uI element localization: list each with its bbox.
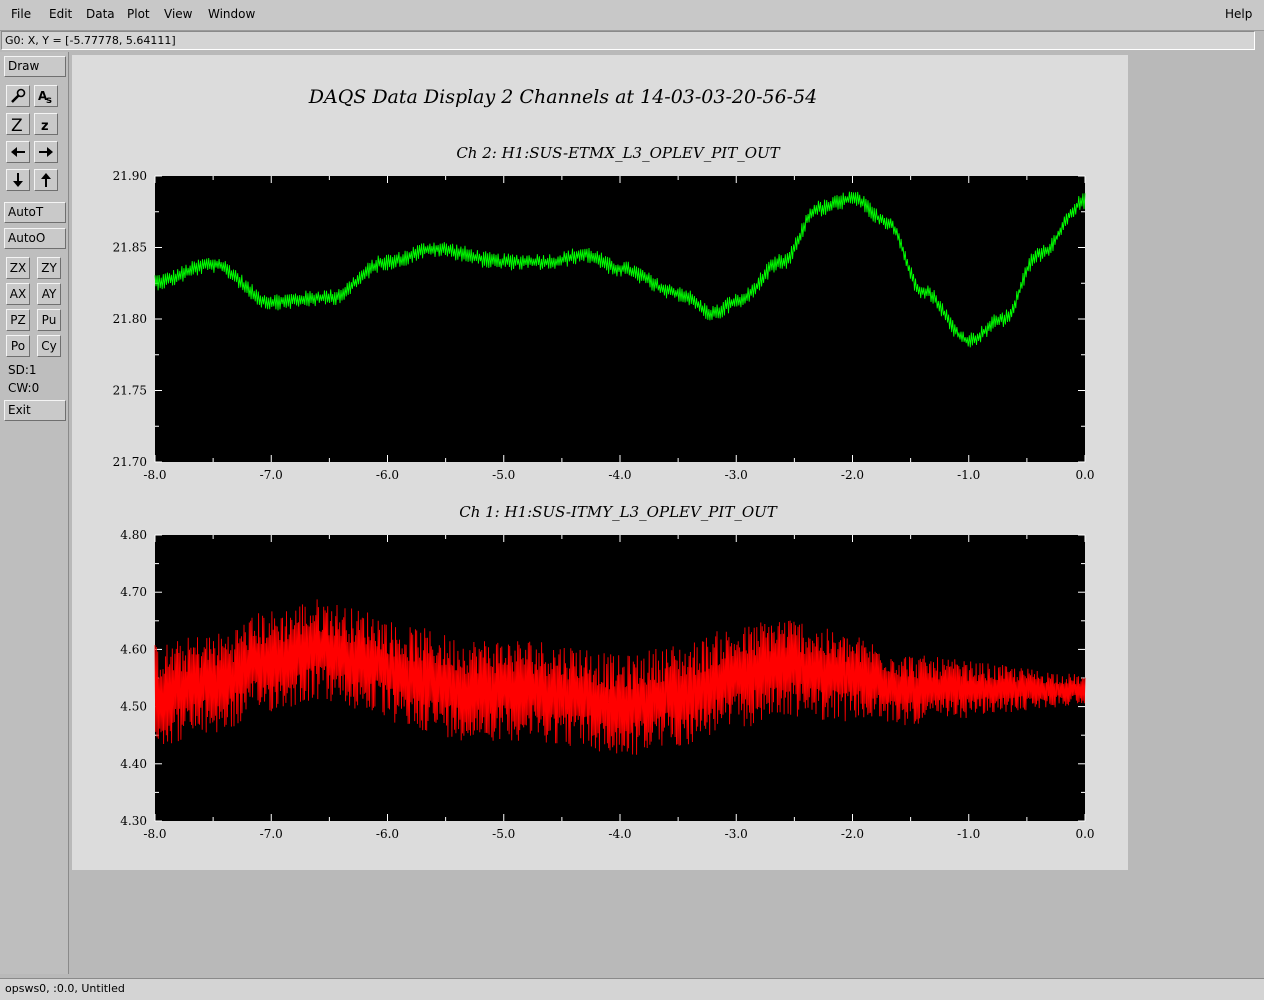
y-tick-label: 21.80 [113,312,147,326]
y-tick-label: 4.30 [120,814,147,828]
ax-button[interactable]: AX [6,283,30,305]
x-tick-label: -1.0 [957,827,980,841]
arrow-right-icon [39,147,53,157]
menu-data[interactable]: Data [86,7,115,21]
ay-button[interactable]: AY [37,283,61,305]
chart-2-title: Ch 1: H1:SUS-ITMY_L3_OPLEV_PIT_OUT [459,503,778,521]
svg-text:s: s [46,95,52,104]
x-tick-label: -8.0 [143,468,166,482]
plot-canvas[interactable]: DAQS Data Display 2 Channels at 14-03-03… [72,55,1128,870]
arrow-up-icon [41,173,51,187]
zoom-small-icon: z [41,119,49,132]
menu-plot[interactable]: Plot [127,7,150,21]
autot-button[interactable]: AutoT [4,202,66,223]
y-tick-label: 4.70 [120,585,147,599]
y-tick-label: 21.85 [113,241,147,255]
x-tick-label: -5.0 [492,468,515,482]
exit-button[interactable]: Exit [4,400,66,421]
zoom-large-button[interactable]: Z [6,113,30,135]
cw-label: CW:0 [8,381,40,395]
menu-bar: File Edit Data Plot View Window Help [0,0,1264,31]
arrow-down-icon [13,173,23,187]
x-tick-label: -7.0 [260,827,283,841]
pan-down-button[interactable] [6,169,30,191]
menu-file[interactable]: File [11,7,31,21]
sd-label: SD:1 [8,363,37,377]
po-button[interactable]: Po [6,335,30,357]
svg-text:Z: Z [11,116,23,132]
y-tick-label: 4.50 [120,700,147,714]
x-tick-label: -3.0 [725,827,748,841]
zy-button[interactable]: ZY [37,257,61,279]
pan-left-button[interactable] [6,141,30,163]
x-tick-label: 0.0 [1075,468,1094,482]
x-tick-label: -5.0 [492,827,515,841]
menu-window[interactable]: Window [208,7,255,21]
y-tick-label: 21.75 [113,384,147,398]
text-size-button[interactable]: As [34,85,58,107]
autoo-button[interactable]: AutoO [4,228,66,249]
zoom-small-button[interactable]: z [34,113,58,135]
zx-button[interactable]: ZX [6,257,30,279]
x-tick-label: -2.0 [841,827,864,841]
x-tick-label: 0.0 [1075,827,1094,841]
magnify-button[interactable] [6,85,30,107]
menu-help[interactable]: Help [1225,7,1252,21]
x-tick-label: -1.0 [957,468,980,482]
y-tick-label: 4.40 [120,757,147,771]
pz-button[interactable]: PZ [6,309,30,331]
x-tick-label: -4.0 [608,468,631,482]
draw-button[interactable]: Draw [4,56,66,77]
pu-button[interactable]: Pu [37,309,61,331]
y-tick-label: 4.60 [120,642,147,656]
x-tick-label: -3.0 [725,468,748,482]
x-tick-label: -8.0 [143,827,166,841]
plot-area: DAQS Data Display 2 Channels at 14-03-03… [72,55,1128,870]
arrow-left-icon [11,147,25,157]
text-size-icon: As [38,89,52,104]
x-tick-label: -4.0 [608,827,631,841]
y-tick-label: 21.70 [113,455,147,469]
zoom-large-icon: Z [11,116,23,132]
pan-up-button[interactable] [34,169,58,191]
x-tick-label: -2.0 [841,468,864,482]
cursor-readout: G0: X, Y = [-5.77778, 5.64111] [1,31,1255,50]
x-tick-label: -7.0 [260,468,283,482]
pan-right-button[interactable] [34,141,58,163]
plot-main-title: DAQS Data Display 2 Channels at 14-03-03… [308,86,818,108]
chart-1-title: Ch 2: H1:SUS-ETMX_L3_OPLEV_PIT_OUT [456,144,780,162]
x-tick-label: -6.0 [376,827,399,841]
magnify-icon [11,88,26,103]
menu-view[interactable]: View [164,7,192,21]
tool-panel: Draw As Z z AutoT AutoO ZX ZY AX AY PZ P… [0,52,69,974]
svg-text:z: z [41,119,49,132]
menu-edit[interactable]: Edit [49,7,72,21]
x-tick-label: -6.0 [376,468,399,482]
cy-button[interactable]: Cy [37,335,61,357]
y-tick-label: 4.80 [120,528,147,542]
bottom-status-bar: opsws0, :0.0, Untitled [0,978,1264,1000]
y-tick-label: 21.90 [113,169,147,183]
